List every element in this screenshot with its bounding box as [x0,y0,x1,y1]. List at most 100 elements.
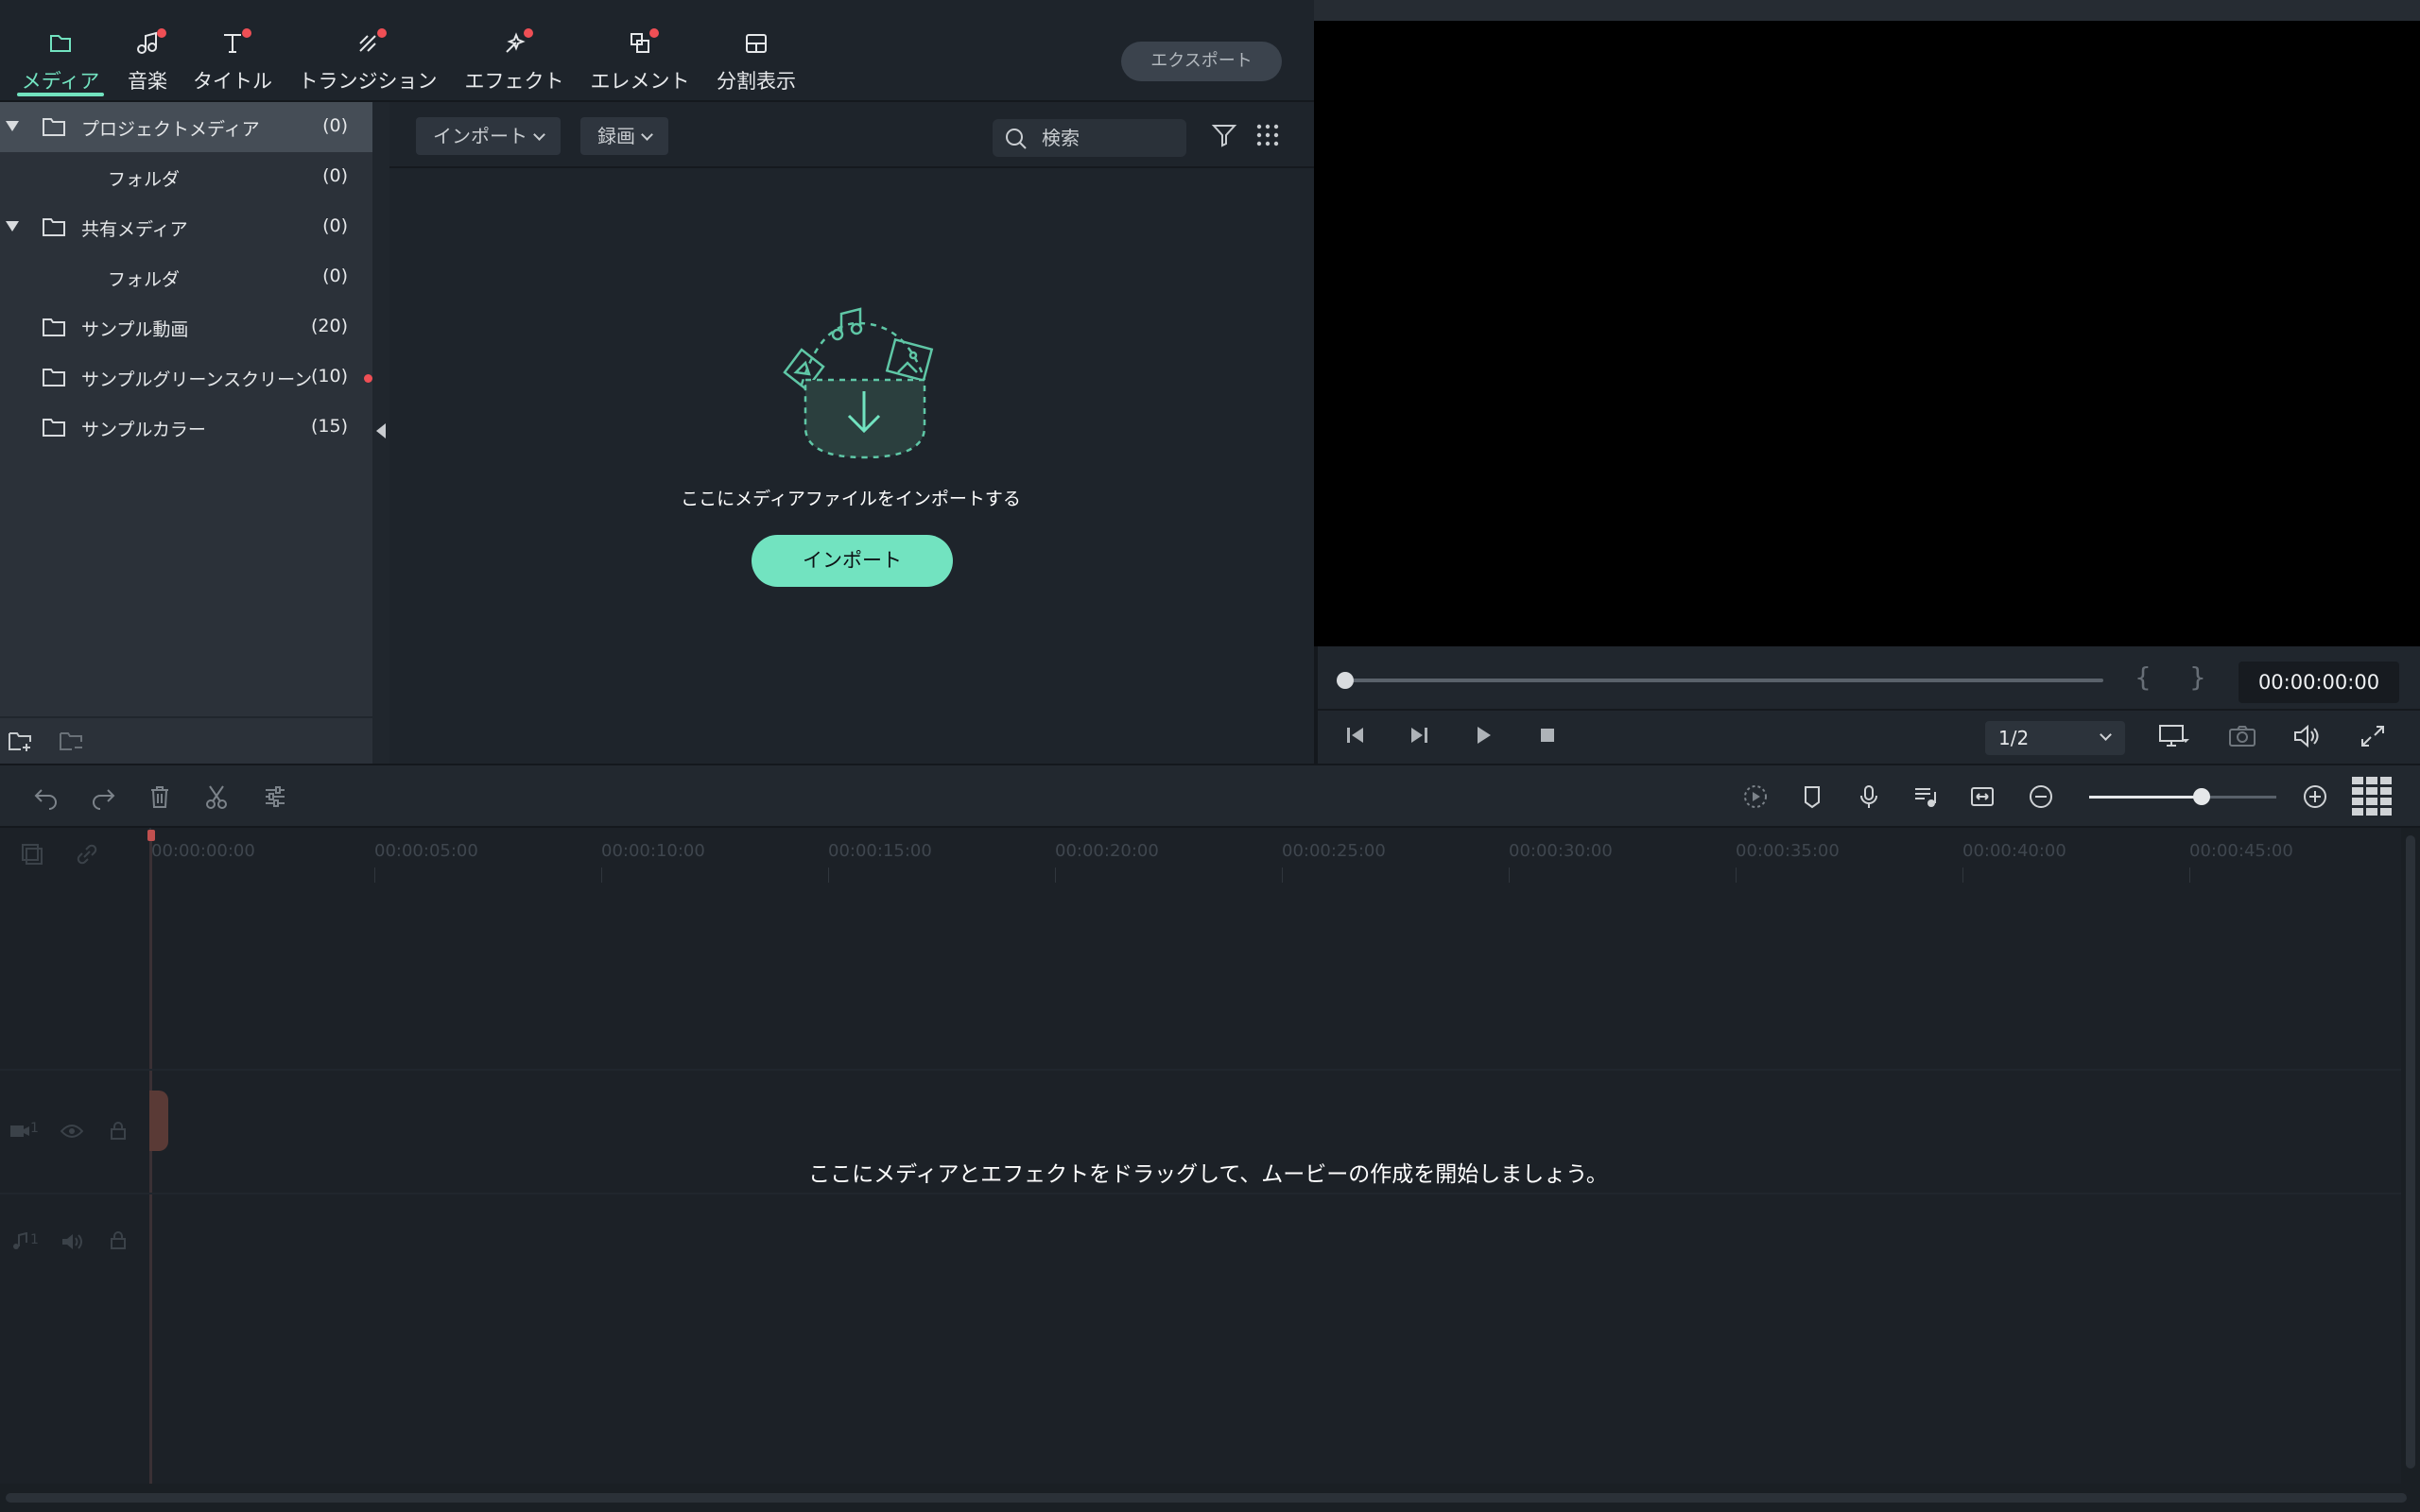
microphone-icon[interactable] [1855,782,1883,811]
tab-element[interactable]: エレメント [588,25,692,93]
import-dropdown-label: インポート [433,125,527,147]
search-icon [1004,127,1028,151]
item-count: (15) [310,416,348,437]
ruler-tick-label: 00:00:25:00 [1282,841,1386,861]
timeline-horizontal-scrollbar[interactable] [0,1484,2420,1512]
import-hint-text: ここにメディアファイルをインポートする [681,489,1021,509]
sidebar-item-shared-folder[interactable]: フォルダ (0) [0,252,372,302]
cut-icon[interactable] [202,782,231,811]
undo-icon[interactable] [32,782,60,811]
zoom-slider-fill [2089,796,2201,799]
preview-scrubber-handle[interactable] [1337,672,1354,689]
tab-transition[interactable]: トランジション [296,25,440,93]
volume-icon[interactable] [2291,722,2322,750]
ruler-tick-label: 00:00:15:00 [828,841,932,861]
controls-divider [1318,709,2420,711]
sidebar-item-sample-color[interactable]: サンプルカラー (15) [0,403,372,453]
tab-effect[interactable]: エフェクト [463,25,565,93]
snapshot-camera-icon[interactable] [2227,722,2257,750]
stop-icon[interactable] [1533,722,1562,748]
item-count: (0) [322,115,348,136]
delete-icon[interactable] [146,782,174,811]
speaker-icon[interactable] [60,1232,83,1251]
ruler-tick-label: 00:00:40:00 [1962,841,2066,861]
link-icon[interactable] [74,841,100,868]
search-box[interactable] [993,119,1186,157]
chevron-down-icon [533,129,545,141]
audio-mixer-icon[interactable] [1911,782,1940,811]
filter-icon[interactable] [1210,121,1238,149]
effect-icon [495,25,533,62]
title-icon [214,25,251,62]
mark-in-button[interactable]: { [2135,662,2152,693]
play-icon[interactable] [1469,722,1497,748]
video-track-number: 1 [30,1121,39,1136]
track-height-icon[interactable] [2350,775,2394,816]
scrollbar-thumb[interactable] [6,1493,2407,1503]
import-button[interactable]: インポート [752,535,953,587]
sidebar-item-project-folder[interactable]: フォルダ (0) [0,152,372,202]
expand-triangle-icon[interactable] [6,221,19,232]
scrollbar-thumb[interactable] [2406,835,2415,1469]
playhead-handle[interactable] [147,830,155,841]
lock-icon[interactable] [110,1121,127,1140]
zoom-in-icon[interactable] [2301,782,2329,811]
record-dropdown[interactable]: 録画 [580,117,668,155]
preview-viewer [1314,21,2420,646]
sidebar-item-sample-video[interactable]: サンプル動画 (20) [0,302,372,352]
track-headers [0,828,149,1484]
expand-triangle-icon[interactable] [6,121,19,131]
item-count: (0) [322,165,348,186]
chevron-down-icon [641,129,653,141]
tab-media[interactable]: メディア [17,25,104,96]
next-frame-icon[interactable] [1405,722,1433,748]
timeline-vertical-scrollbar[interactable] [2401,828,2420,1484]
preview-quality-select[interactable]: 1/2 [1985,721,2125,755]
fullscreen-icon[interactable] [2358,722,2388,750]
display-monitor-icon[interactable] [2157,722,2191,750]
timeline-toolbar [0,764,2420,828]
zoom-out-icon[interactable] [2027,782,2055,811]
tab-split-screen[interactable]: 分割表示 [715,25,798,93]
render-preview-icon[interactable] [1741,782,1770,811]
item-count: (0) [322,215,348,236]
ruler-tick [1055,868,1056,883]
notification-dot [524,28,533,38]
tab-music[interactable]: 音楽 [121,25,174,93]
tab-label: エレメント [590,70,690,93]
export-button[interactable]: エクスポート [1121,42,1282,81]
marker-icon[interactable] [1798,782,1826,811]
grid-view-icon[interactable] [1253,121,1282,149]
adjust-settings-icon[interactable] [261,782,289,811]
eye-icon[interactable] [60,1123,83,1140]
tab-label: タイトル [193,70,272,93]
lock-icon[interactable] [110,1230,127,1249]
tab-title[interactable]: タイトル [189,25,276,93]
sidebar-item-project-media[interactable]: プロジェクトメディア (0) [0,102,372,152]
tab-label: トランジション [298,70,438,93]
ruler-tick-label: 00:00:45:00 [2189,841,2293,861]
record-dropdown-label: 録画 [597,125,635,147]
search-input[interactable] [1040,125,1172,151]
sidebar-item-sample-green-screen[interactable]: サンプルグリーンスクリーン (10) [0,352,372,403]
import-dropdown[interactable]: インポート [416,117,561,155]
collapse-sidebar-icon[interactable] [376,423,386,438]
zoom-slider-handle[interactable] [2193,788,2210,805]
mark-out-button[interactable]: } [2189,662,2206,693]
ruler-tick-label: 00:00:10:00 [601,841,705,861]
sidebar-item-shared-media[interactable]: 共有メディア (0) [0,202,372,252]
preview-scrubber-track[interactable] [1344,679,2103,682]
notification-dot [377,28,387,38]
new-folder-icon[interactable] [8,730,34,754]
redo-icon[interactable] [89,782,117,811]
media-import-illustration [764,304,942,465]
tab-label: エフェクト [464,70,564,93]
sidebar-item-label: フォルダ [108,269,181,290]
sidebar-item-label: 共有メディア [81,219,188,240]
delete-folder-icon[interactable] [59,730,85,754]
add-track-icon[interactable] [19,841,45,868]
fit-timeline-icon[interactable] [1968,782,1996,811]
sidebar-item-label: サンプルグリーンスクリーン [81,369,313,390]
ruler-tick [1962,868,1963,883]
previous-frame-icon[interactable] [1340,722,1369,748]
